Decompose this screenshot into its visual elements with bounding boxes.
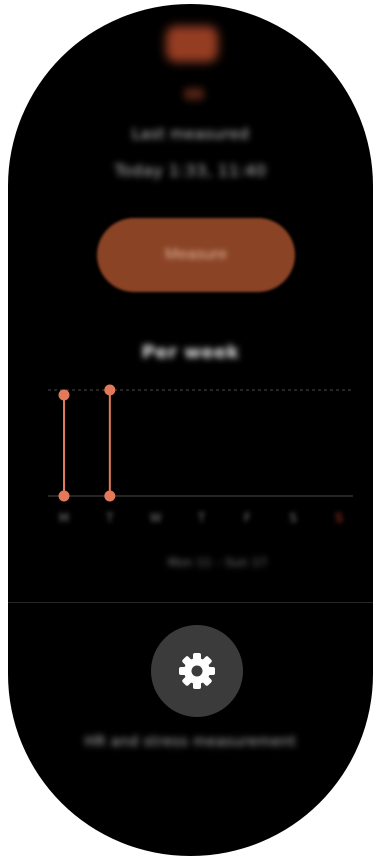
settings-button[interactable] <box>151 625 243 717</box>
day-label-6: S <box>335 511 343 525</box>
date-range-label: Mon 11 – Sun 17 <box>168 556 268 569</box>
day-label-1: T <box>105 511 114 525</box>
last-measured-time: Today 1:33, 11:40 <box>114 161 267 180</box>
day-label-4: F <box>244 511 251 525</box>
last-measured-label: Last measured <box>131 125 250 143</box>
measure-button-label: Measure <box>164 246 228 263</box>
divider <box>8 602 373 603</box>
watch-screen: Last measured Today 1:33, 11:40 Measure … <box>8 4 373 856</box>
heart-rate-icon <box>166 26 218 62</box>
day-label-3: T <box>197 511 206 525</box>
range-point-max-1 <box>104 384 116 396</box>
weekly-chart: MTWTFSS <box>48 384 353 525</box>
gear-icon <box>179 653 215 689</box>
section-title: Per week <box>141 342 240 363</box>
heart-rate-icon-detail <box>184 88 204 100</box>
settings-label: HR and stress measurement <box>84 734 297 750</box>
range-point-min-0 <box>58 490 70 502</box>
day-label-0: M <box>59 511 69 525</box>
measure-button[interactable]: Measure <box>97 218 295 292</box>
day-label-5: S <box>289 511 297 525</box>
range-point-min-1 <box>104 490 116 502</box>
range-point-max-0 <box>58 389 70 401</box>
day-label-2: W <box>150 511 162 525</box>
